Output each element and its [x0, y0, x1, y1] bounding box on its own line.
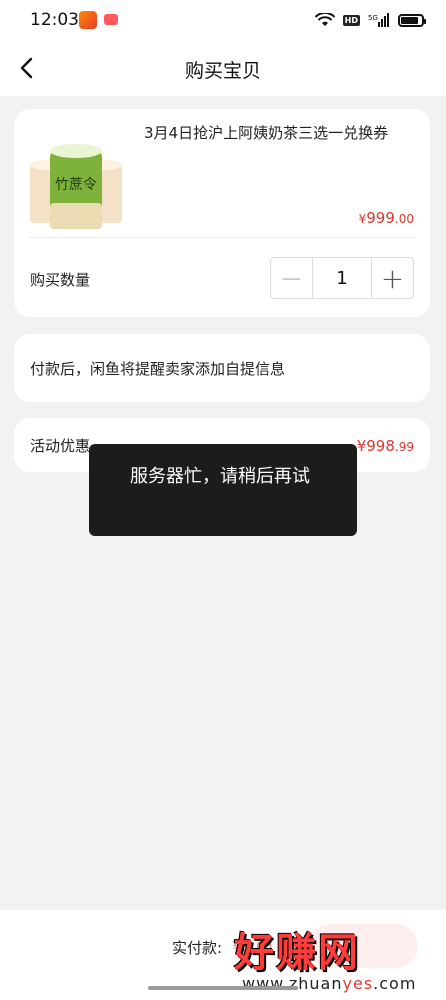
game-notification-icon	[104, 14, 118, 25]
error-toast: 服务器忙，请稍后再试	[89, 444, 357, 536]
quantity-label: 购买数量	[30, 271, 91, 289]
signal-icon: 5G	[368, 13, 389, 27]
product-title: 3月4日抢沪上阿姨奶茶三选一兑换券	[144, 124, 389, 142]
divider	[28, 237, 416, 238]
product-image: 竹蔗令	[30, 144, 122, 229]
submit-order-button[interactable]	[308, 924, 418, 968]
wifi-icon	[314, 13, 335, 26]
promotion-integer: 998	[366, 437, 395, 455]
status-bar: 12:03 HD 5G	[0, 0, 446, 40]
price-decimal: .00	[394, 212, 414, 226]
page-title: 购买宝贝	[184, 60, 261, 82]
watermark-url: www.zhuanyes.com	[242, 974, 416, 993]
watermark-url-prefix: www.zhuan	[242, 974, 343, 993]
pay-amount: ¥0.01	[232, 938, 275, 956]
toast-message: 服务器忙，请稍后再试	[130, 466, 310, 487]
watermark-url-suffix: .com	[373, 974, 417, 993]
home-indicator[interactable]	[148, 986, 298, 990]
promotion-decimal: .99	[394, 440, 414, 454]
pickup-notice-card[interactable]: 付款后，闲鱼将提醒卖家添加自提信息	[14, 334, 430, 402]
status-time: 12:03	[30, 10, 79, 30]
product-price: ¥999.00	[359, 209, 414, 227]
quantity-value[interactable]: 1	[312, 258, 372, 298]
quantity-stepper: − 1 +	[270, 257, 414, 299]
hd-badge: HD	[342, 14, 360, 26]
decrease-quantity-button[interactable]: −	[271, 258, 312, 298]
pickup-notice-text: 付款后，闲鱼将提醒卖家添加自提信息	[30, 360, 286, 378]
svg-text:5G: 5G	[368, 14, 378, 22]
pay-label: 实付款:	[172, 939, 223, 957]
increase-quantity-button[interactable]: +	[372, 258, 413, 298]
price-integer: 999	[366, 209, 395, 227]
product-card: 竹蔗令 3月4日抢沪上阿姨奶茶三选一兑换券 ¥999.00 购买数量 − 1 +	[14, 109, 430, 317]
promotion-label: 活动优惠	[30, 437, 91, 455]
product-image-text: 竹蔗令	[55, 177, 97, 193]
battery-icon	[398, 13, 426, 27]
app-notification-icon	[79, 11, 97, 29]
watermark-url-highlight: yes	[342, 974, 374, 993]
page-header: 购买宝贝	[0, 40, 446, 96]
promotion-value: -¥998.99	[351, 437, 414, 455]
status-indicators: HD 5G	[314, 11, 426, 29]
